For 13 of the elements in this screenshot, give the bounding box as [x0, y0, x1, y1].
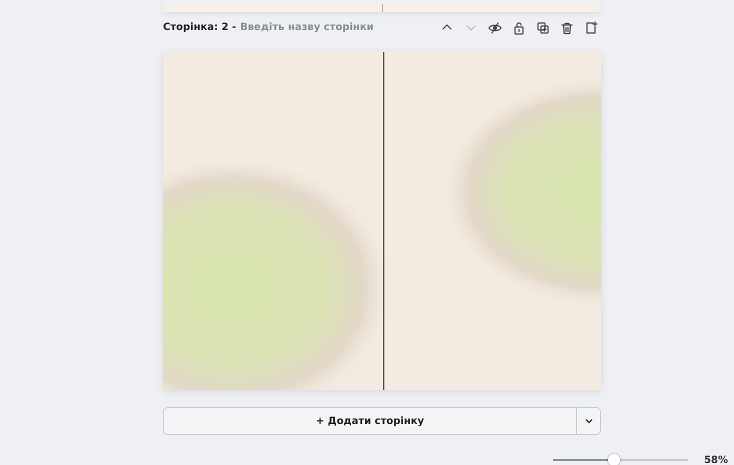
- zoom-slider-thumb[interactable]: [608, 454, 620, 465]
- chevron-down-icon: [584, 418, 592, 424]
- page-title-field[interactable]: Введіть назву сторінки: [236, 20, 396, 35]
- lock-icon: [512, 21, 526, 35]
- page-label: Сторінка: 2 -: [163, 21, 236, 35]
- zoom-percentage: 58%: [704, 454, 728, 465]
- add-page-icon: [584, 21, 598, 35]
- duplicate-page-button[interactable]: [535, 20, 551, 36]
- delete-page-button[interactable]: [559, 20, 575, 36]
- duplicate-icon: [536, 21, 550, 35]
- hide-page-button[interactable]: [487, 20, 503, 36]
- eye-icon: [488, 21, 502, 35]
- trash-icon: [560, 21, 574, 35]
